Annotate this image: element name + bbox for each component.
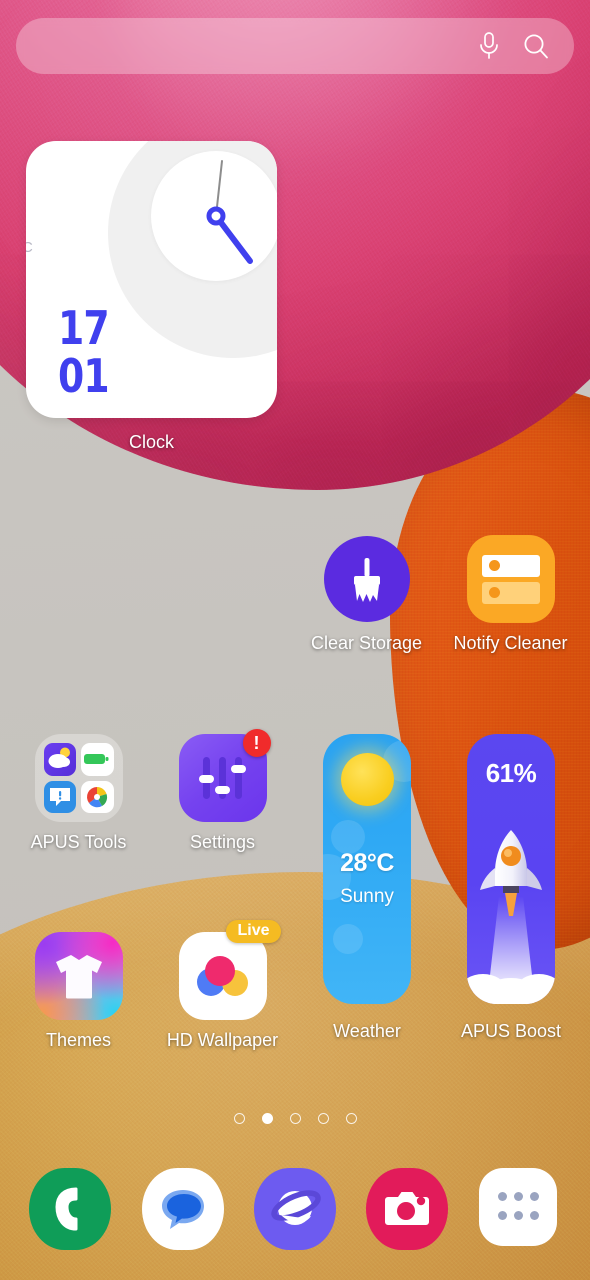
notification-cards-icon (466, 535, 555, 623)
search-input[interactable] (16, 18, 478, 74)
circles-icon (178, 932, 267, 1020)
page-dot[interactable] (345, 1113, 357, 1124)
grid-dot (529, 1192, 539, 1201)
tshirt-icon (34, 932, 123, 1020)
app-label: APUS Tools (30, 832, 127, 852)
clock-minutes: 01 (58, 349, 110, 403)
notification-dot (488, 587, 500, 598)
page-dot[interactable] (289, 1113, 301, 1124)
page-dot[interactable] (317, 1113, 329, 1124)
weather-condition: Sunny (340, 886, 394, 907)
page-dot-active[interactable] (261, 1113, 273, 1124)
search-bar[interactable] (16, 18, 574, 74)
clock-widget-label: Clock (128, 432, 174, 452)
dock-item-messages[interactable] (141, 1168, 224, 1250)
dock-item-app-drawer[interactable] (478, 1168, 561, 1250)
page-indicator[interactable] (0, 1113, 590, 1124)
app-label: Themes (45, 1030, 112, 1050)
dock-item-internet[interactable] (253, 1168, 336, 1250)
apus-tools-icon-box[interactable] (34, 734, 123, 822)
app-themes[interactable]: Themes (6, 932, 151, 1051)
decor-bubble (333, 924, 363, 954)
settings-icon-box[interactable]: ! (178, 729, 271, 822)
grid-dot (497, 1192, 507, 1201)
phone-icon (29, 1168, 112, 1250)
boost-widget[interactable]: 61% (467, 734, 555, 1004)
clear-storage-icon-box[interactable] (323, 535, 411, 623)
broom-icon (323, 536, 410, 622)
boost-percent: 61% (485, 758, 537, 788)
weather-widget-label: Weather (333, 1021, 401, 1041)
app-settings[interactable]: ! Settings (150, 729, 295, 853)
weather-widget[interactable]: 28°C Sunny (323, 734, 411, 1004)
camera-icon (366, 1168, 449, 1250)
boost-widget-label: APUS Boost (460, 1021, 562, 1041)
app-apus-tools[interactable]: APUS Tools (6, 734, 151, 853)
dock (0, 1166, 590, 1252)
folder-icon (34, 734, 123, 822)
search-icon[interactable] (522, 32, 550, 60)
page-dot[interactable] (233, 1113, 245, 1124)
pie-chart-icon (81, 780, 114, 813)
app-notify-cleaner[interactable]: Notify Cleaner (438, 535, 583, 654)
notification-dot (488, 560, 500, 571)
sun-icon (341, 753, 394, 806)
clock-hands-icon (206, 160, 253, 264)
notification-card-top (481, 554, 540, 577)
grid-dot (513, 1210, 523, 1220)
app-label: Notify Cleaner (453, 633, 568, 653)
grid-dot (529, 1210, 539, 1220)
clock-face (151, 151, 277, 281)
status-badge: ! (242, 729, 271, 757)
hd-wallpaper-icon-box[interactable]: Live (178, 920, 281, 1020)
weather-icon (43, 743, 76, 776)
dock-item-phone[interactable] (29, 1168, 112, 1250)
notify-cleaner-icon-box[interactable] (466, 535, 555, 623)
clock-widget[interactable]: C 17 01 (26, 141, 277, 418)
app-clear-storage[interactable]: Clear Storage (294, 535, 439, 654)
app-label: HD Wallpaper (166, 1030, 279, 1050)
microphone-icon[interactable] (478, 31, 500, 61)
notification-card-bottom (481, 581, 540, 604)
live-badge: Live (226, 920, 281, 943)
themes-icon-box[interactable] (34, 932, 123, 1020)
message-icon (141, 1168, 224, 1250)
clock-city-label: C (26, 239, 34, 256)
grid-dots-icon (478, 1168, 557, 1246)
info-bubble-icon (43, 780, 76, 813)
dock-item-camera[interactable] (366, 1168, 449, 1250)
clock-hours: 17 (58, 301, 110, 355)
grid-dot (513, 1192, 523, 1201)
clock-digital-time: 17 01 (58, 301, 110, 403)
rocket-icon (467, 830, 555, 1004)
weather-temperature: 28°C (340, 849, 394, 877)
battery-icon (81, 743, 114, 776)
planet-icon (253, 1168, 336, 1250)
app-label: Settings (189, 832, 256, 852)
app-label: Clear Storage (310, 633, 423, 653)
grid-dot (497, 1210, 507, 1220)
app-hd-wallpaper[interactable]: Live HD Wallpaper (150, 920, 295, 1051)
